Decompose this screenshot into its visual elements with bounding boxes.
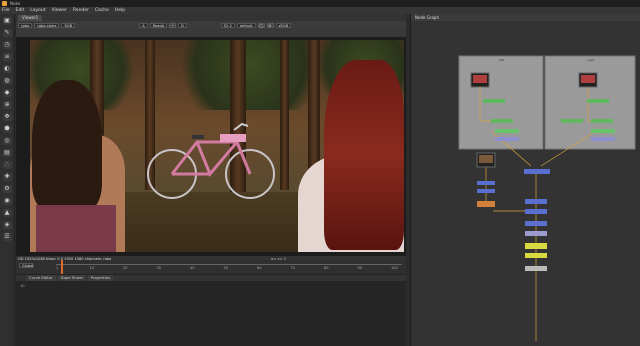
format-dropdown[interactable]: default: [236, 22, 256, 28]
node-graph-svg: left right: [458, 55, 636, 341]
display-dropdown[interactable]: RGB: [61, 22, 76, 28]
person-left-dress: [36, 205, 116, 252]
curve-value: 10: [20, 284, 25, 288]
roi-button[interactable]: ◻: [257, 22, 265, 28]
channel-icon[interactable]: ≡: [2, 53, 12, 61]
furnace-icon[interactable]: ▲: [2, 209, 12, 217]
title-bar: Nuke: [0, 0, 640, 7]
timeline-tick: 90: [357, 266, 362, 270]
timeline-tick: 60: [257, 266, 262, 270]
bottom-panel: Curve Editor Dope Sheet Properties 10: [16, 274, 406, 346]
person-left-hair: [32, 80, 102, 210]
transform-icon[interactable]: ✥: [2, 113, 12, 121]
playhead[interactable]: [61, 260, 63, 274]
timeline-tick: 10: [89, 266, 94, 270]
other-icon[interactable]: ⚙: [2, 185, 12, 193]
timeline[interactable]: Global 1 10 20 30 40 50 60 70 80 90 100: [16, 260, 406, 274]
menu-edit[interactable]: Edit: [16, 8, 25, 13]
timeline-tick: 30: [156, 266, 161, 270]
views-icon[interactable]: ◎: [2, 137, 12, 145]
curve-editor-area[interactable]: 10: [16, 281, 406, 346]
node-toolbar: ▣ ✎ ◷ ≡ ◐ ◍ ◆ ⊕ ✥ ⬢ ◎ ▤ ∴ ✚ ⚙ ◉ ▲ ◈ ☰: [0, 14, 15, 346]
person-right-hair: [324, 60, 404, 250]
viewer-canvas[interactable]: [16, 37, 406, 256]
menu-render[interactable]: Render: [73, 8, 89, 13]
tab-viewer1[interactable]: Viewer1: [18, 15, 43, 21]
menu-cache[interactable]: Cache: [95, 8, 109, 13]
timeline-tick: 1: [56, 266, 59, 270]
timeline-tick: 20: [123, 266, 128, 270]
clip-button[interactable]: ⊘: [266, 22, 274, 28]
lut-dropdown[interactable]: sRGB: [275, 22, 292, 28]
bicycle: [147, 122, 275, 199]
ocula-icon[interactable]: ◈: [2, 221, 12, 229]
input-a-dropdown[interactable]: ReadA: [149, 22, 168, 28]
particles-icon[interactable]: ∴: [2, 161, 12, 169]
keyer-icon[interactable]: ◆: [2, 89, 12, 97]
global-dropdown[interactable]: Global: [19, 263, 33, 268]
metadata-icon[interactable]: ▤: [2, 149, 12, 157]
merge-icon[interactable]: ⊕: [2, 101, 12, 109]
color-icon[interactable]: ◐: [2, 65, 12, 73]
nuke-logo-icon: [2, 1, 7, 6]
misc-icon[interactable]: ☰: [2, 233, 12, 241]
timeline-tick: 80: [324, 266, 329, 270]
backdrop-left-label: left: [499, 58, 505, 62]
toolsets-icon[interactable]: ✚: [2, 173, 12, 181]
timeline-tick: 70: [290, 266, 295, 270]
window-title: Nuke: [10, 1, 21, 6]
node-graph-panel: Node Graph left right: [410, 14, 640, 346]
input-a-label: A: [139, 22, 148, 28]
viewer-panel: Viewer1 rgba rgba.alpha RGB A ReadA − B …: [16, 14, 406, 274]
timeline-ruler[interactable]: 1 10 20 30 40 50 60 70 80 90 100: [56, 264, 402, 270]
menu-viewer[interactable]: Viewer: [52, 8, 67, 13]
foliage-mid: [170, 40, 330, 110]
wipe-button[interactable]: −: [169, 22, 177, 28]
tab-node-graph[interactable]: Node Graph: [411, 14, 640, 21]
draw-icon[interactable]: ✎: [2, 29, 12, 37]
nuke-window: Nuke File Edit Layout Viewer Render Cach…: [0, 0, 640, 346]
filter-icon[interactable]: ◍: [2, 77, 12, 85]
timeline-tick: 50: [223, 266, 228, 270]
backdrop-right-label: right: [587, 58, 595, 62]
viewer-controls: rgba rgba.alpha RGB A ReadA − B f/2.2 de…: [16, 21, 406, 29]
alpha-dropdown[interactable]: rgba.alpha: [34, 22, 60, 28]
viewer-tabs: Viewer1: [16, 14, 406, 21]
menu-layout[interactable]: Layout: [30, 8, 45, 13]
3d-icon[interactable]: ⬢: [2, 125, 12, 133]
plugin-icon[interactable]: ◉: [2, 197, 12, 205]
input-b-label: B: [178, 22, 187, 28]
menu-file[interactable]: File: [2, 8, 10, 13]
timeline-tick: 40: [190, 266, 195, 270]
menu-bar: File Edit Layout Viewer Render Cache Hel…: [0, 7, 640, 14]
node-graph-canvas[interactable]: left right: [411, 21, 640, 346]
time-icon[interactable]: ◷: [2, 41, 12, 49]
viewer-image: [30, 40, 404, 252]
image-icon[interactable]: ▣: [2, 17, 12, 25]
channels-dropdown[interactable]: rgba: [18, 22, 33, 28]
timeline-tick: 100: [391, 266, 398, 270]
menu-help[interactable]: Help: [115, 8, 125, 13]
zoom-dropdown[interactable]: f/2.2: [220, 22, 235, 28]
